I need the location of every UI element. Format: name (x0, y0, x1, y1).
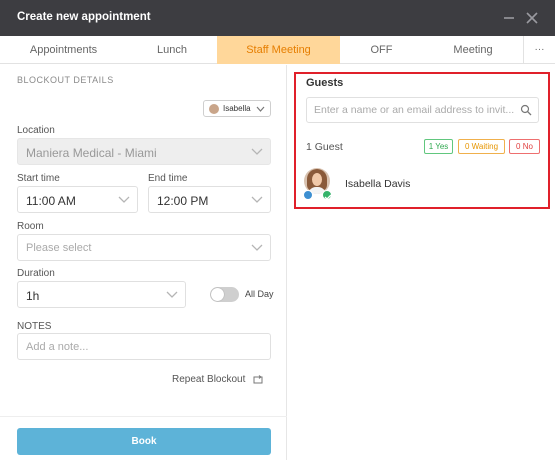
accepted-check-icon (322, 190, 332, 200)
chevron-down-icon (118, 196, 130, 203)
notes-input[interactable]: Add a note... (17, 333, 271, 360)
owner-name: Isabella (223, 104, 251, 113)
rsvp-yes-badge: 1 Yes (424, 139, 453, 154)
end-time-select[interactable]: 12:00 PM (148, 186, 271, 213)
guests-title: Guests (306, 77, 344, 89)
search-icon[interactable] (520, 104, 532, 116)
room-label: Room (17, 221, 44, 232)
tab-off[interactable]: OFF (340, 36, 423, 64)
title-bar: Create new appointment (0, 0, 555, 36)
repeat-icon[interactable] (253, 375, 263, 385)
guest-count: 1 Guest (306, 141, 343, 153)
all-day-toggle[interactable] (210, 287, 239, 302)
avatar-face (312, 173, 322, 186)
repeat-blockout-link[interactable]: Repeat Blockout (172, 374, 245, 385)
duration-label: Duration (17, 268, 55, 279)
rsvp-no-badge: 0 No (509, 139, 540, 154)
owner-avatar (209, 104, 219, 114)
book-button[interactable]: Book (17, 428, 271, 455)
guest-search-input[interactable] (314, 103, 514, 117)
chevron-down-icon (256, 102, 265, 118)
end-time-value: 12:00 PM (157, 194, 209, 208)
start-time-value: 11:00 AM (26, 194, 76, 208)
tab-lunch[interactable]: Lunch (127, 36, 217, 64)
room-placeholder: Please select (26, 242, 92, 254)
chevron-down-icon (251, 196, 263, 203)
start-time-label: Start time (17, 173, 60, 184)
close-icon[interactable] (523, 9, 541, 27)
guest-search-field[interactable] (306, 97, 539, 123)
organizer-icon (303, 190, 313, 200)
owner-select[interactable]: Isabella (203, 100, 271, 117)
rsvp-waiting-badge: 0 Waiting (458, 139, 505, 154)
location-value: Maniera Medical - Miami (26, 146, 157, 160)
tabs-more-button[interactable]: ··· (524, 36, 555, 64)
room-select[interactable]: Please select (17, 234, 271, 261)
chevron-down-icon (251, 148, 263, 155)
minimize-icon[interactable] (500, 9, 518, 27)
footer-divider (0, 416, 287, 417)
tab-staff-meeting[interactable]: Staff Meeting (217, 36, 340, 64)
end-time-label: End time (148, 173, 188, 184)
start-time-select[interactable]: 11:00 AM (17, 186, 138, 213)
chevron-down-icon (251, 244, 263, 251)
toggle-knob (211, 288, 224, 301)
guests-section: Guests 1 Guest 1 Yes 0 Waiting 0 No Isab… (294, 72, 550, 209)
section-title: BLOCKOUT DETAILS (17, 75, 114, 85)
guests-panel: Guests 1 Guest 1 Yes 0 Waiting 0 No Isab… (288, 65, 555, 460)
duration-select[interactable]: 1h (17, 281, 186, 308)
appointment-type-tabs: Appointments Lunch Staff Meeting OFF Mee… (0, 36, 555, 64)
location-label: Location (17, 125, 55, 136)
location-select[interactable]: Maniera Medical - Miami (17, 138, 271, 165)
guest-name: Isabella Davis (345, 178, 411, 190)
tab-meeting[interactable]: Meeting (423, 36, 523, 64)
notes-label: NOTES (17, 321, 52, 332)
blockout-details-panel: BLOCKOUT DETAILS Isabella Location Manie… (0, 65, 287, 460)
chevron-down-icon (166, 291, 178, 298)
dialog-title: Create new appointment (17, 11, 151, 23)
all-day-label: All Day (245, 289, 274, 299)
notes-placeholder: Add a note... (26, 341, 89, 353)
tab-appointments[interactable]: Appointments (0, 36, 127, 64)
duration-value: 1h (26, 289, 40, 303)
